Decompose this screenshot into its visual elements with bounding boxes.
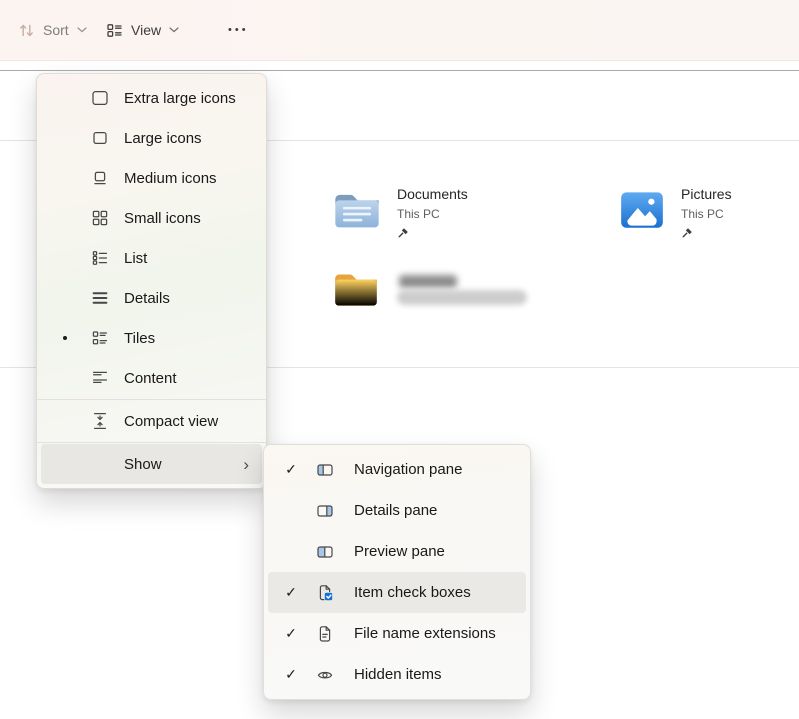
command-bar: Sort View ••• — [0, 0, 799, 61]
checkmark-icon: ✓ — [284, 625, 298, 642]
yellow-folder-icon — [331, 266, 381, 310]
menu-separator — [37, 399, 266, 400]
tiles-icon — [91, 329, 109, 347]
large-icons-icon — [91, 129, 109, 147]
checkmark-icon: ✓ — [284, 461, 298, 478]
pin-icon — [681, 227, 693, 239]
navigation-pane-icon — [316, 461, 334, 479]
sort-button[interactable]: Sort — [18, 0, 87, 60]
menu-item-label: Extra large icons — [124, 90, 236, 107]
menu-item-label: Medium icons — [124, 170, 217, 187]
chevron-down-icon — [77, 27, 87, 33]
file-name: Pictures — [681, 186, 732, 203]
menu-item-label: Content — [124, 370, 177, 387]
file-explorer-window: Sort View ••• — [0, 0, 799, 719]
view-menu-item-medium-icons[interactable]: Medium icons — [41, 158, 262, 198]
show-item-navigation-pane[interactable]: ✓ Navigation pane — [268, 449, 526, 490]
submenu-item-label: Navigation pane — [354, 461, 462, 478]
checkmark-icon: ✓ — [284, 666, 298, 683]
view-menu-item-content[interactable]: Content — [41, 358, 262, 398]
menu-item-label: Small icons — [124, 210, 201, 227]
small-icons-icon — [91, 209, 109, 227]
submenu-item-label: Hidden items — [354, 666, 442, 683]
view-layout-icon — [106, 22, 123, 39]
view-menu-item-list[interactable]: List — [41, 238, 262, 278]
view-menu-item-show[interactable]: Show › — [41, 444, 262, 484]
file-name-extensions-icon — [316, 625, 334, 643]
section-divider — [0, 70, 799, 71]
submenu-item-label: Preview pane — [354, 543, 445, 560]
selected-indicator-dot — [63, 336, 67, 340]
show-submenu: ✓ Navigation pane Details pane — [263, 444, 531, 700]
blurred-file-detail — [397, 290, 527, 305]
view-menu-item-details[interactable]: Details — [41, 278, 262, 318]
chevron-down-icon — [169, 27, 179, 33]
details-pane-icon — [316, 502, 334, 520]
file-tile-pictures[interactable]: Pictures This PC — [617, 186, 732, 244]
file-location: This PC — [397, 207, 468, 221]
details-icon — [91, 289, 109, 307]
ellipsis-icon: ••• — [228, 24, 249, 36]
view-button[interactable]: View — [106, 0, 179, 60]
view-menu-item-extra-large-icons[interactable]: Extra large icons — [41, 78, 262, 118]
extra-large-icons-icon — [91, 89, 109, 107]
view-label: View — [131, 22, 161, 38]
list-icon — [91, 249, 109, 267]
pictures-folder-icon — [617, 186, 667, 232]
view-menu-item-tiles[interactable]: Tiles — [41, 318, 262, 358]
content-icon — [91, 369, 109, 387]
view-menu-item-small-icons[interactable]: Small icons — [41, 198, 262, 238]
show-item-item-check-boxes[interactable]: ✓ Item check boxes — [268, 572, 526, 613]
medium-icons-icon — [91, 169, 109, 187]
menu-separator — [37, 442, 266, 443]
submenu-arrow-icon: › — [243, 456, 249, 473]
file-tile-text: Pictures This PC — [681, 186, 732, 244]
pin-icon — [397, 227, 409, 239]
menu-item-label: List — [124, 250, 147, 267]
menu-item-label: Tiles — [124, 330, 155, 347]
sort-arrows-icon — [18, 22, 35, 39]
file-name: Documents — [397, 186, 468, 203]
show-item-file-name-extensions[interactable]: ✓ File name extensions — [268, 613, 526, 654]
view-menu-item-compact-view[interactable]: Compact view — [41, 401, 262, 441]
submenu-item-label: Details pane — [354, 502, 437, 519]
show-item-preview-pane[interactable]: Preview pane — [268, 531, 526, 572]
menu-item-label: Details — [124, 290, 170, 307]
documents-folder-icon — [331, 186, 383, 232]
file-tile-documents[interactable]: Documents This PC — [331, 186, 468, 244]
icon-spacer — [91, 455, 109, 473]
hidden-items-icon — [316, 666, 334, 684]
show-item-details-pane[interactable]: Details pane — [268, 490, 526, 531]
preview-pane-icon — [316, 543, 334, 561]
view-menu-item-large-icons[interactable]: Large icons — [41, 118, 262, 158]
blurred-file-name — [399, 275, 457, 288]
submenu-item-label: Item check boxes — [354, 584, 471, 601]
file-tile-text: Documents This PC — [397, 186, 468, 244]
item-check-boxes-icon — [316, 584, 334, 602]
show-item-hidden-items[interactable]: ✓ Hidden items — [268, 654, 526, 695]
menu-item-label: Large icons — [124, 130, 202, 147]
sort-label: Sort — [43, 22, 69, 38]
file-location: This PC — [681, 207, 732, 221]
menu-item-label: Compact view — [124, 413, 218, 430]
checkmark-icon: ✓ — [284, 584, 298, 601]
compact-view-icon — [91, 412, 109, 430]
file-tile-blurred[interactable] — [331, 266, 551, 322]
view-dropdown-menu: Extra large icons Large icons Medium ico… — [36, 73, 267, 489]
submenu-item-label: File name extensions — [354, 625, 496, 642]
see-more-button[interactable]: ••• — [228, 0, 249, 60]
menu-item-label: Show — [124, 456, 162, 473]
